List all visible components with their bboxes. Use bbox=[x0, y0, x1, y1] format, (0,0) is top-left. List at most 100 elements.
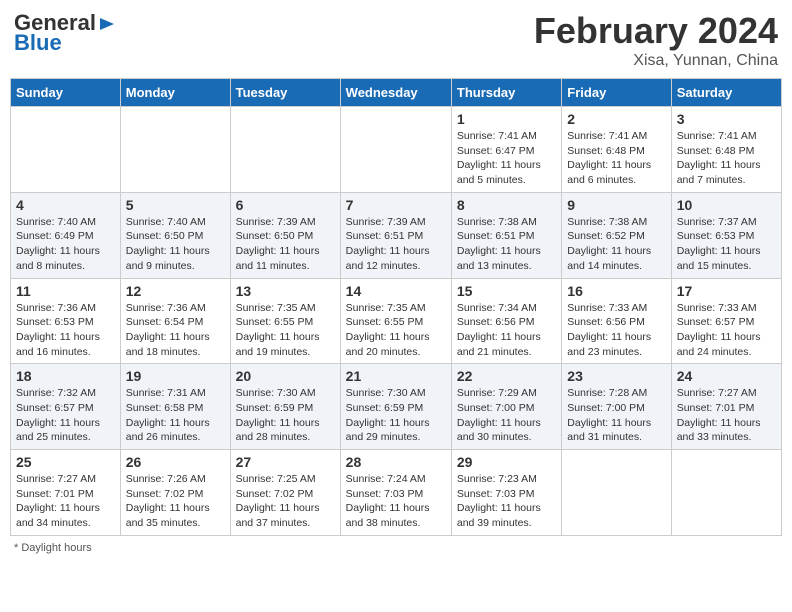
logo-line2: Blue bbox=[14, 30, 62, 56]
calendar-cell: 18 Sunrise: 7:32 AM Sunset: 6:57 PM Dayli… bbox=[11, 364, 121, 450]
calendar-week-row: 1Sunrise: 7:41 AM Sunset: 6:47 PM Daylig… bbox=[11, 107, 782, 193]
footer-note: * Daylight hours bbox=[10, 542, 782, 554]
day-number: 14 bbox=[346, 283, 446, 299]
calendar-cell: 1Sunrise: 7:41 AM Sunset: 6:47 PM Daylig… bbox=[451, 107, 561, 193]
calendar-cell: 17 Sunrise: 7:33 AM Sunset: 6:57 PM Dayli… bbox=[671, 278, 781, 364]
day-number: 18 bbox=[16, 368, 115, 384]
day-number: 24 bbox=[677, 368, 776, 384]
calendar-cell: 7 Sunrise: 7:39 AM Sunset: 6:51 PM Daylig… bbox=[340, 192, 451, 278]
calendar-cell: 14 Sunrise: 7:35 AM Sunset: 6:55 PM Dayli… bbox=[340, 278, 451, 364]
calendar-cell: 15 Sunrise: 7:34 AM Sunset: 6:56 PM Dayli… bbox=[451, 278, 561, 364]
day-info: Sunrise: 7:27 AM Sunset: 7:01 PM Dayligh… bbox=[677, 386, 776, 445]
day-number: 10 bbox=[677, 197, 776, 213]
month-title: February 2024 bbox=[534, 10, 778, 52]
day-number: 22 bbox=[457, 368, 556, 384]
weekday-header: Tuesday bbox=[230, 79, 340, 107]
calendar-week-row: 11 Sunrise: 7:36 AM Sunset: 6:53 PM Dayli… bbox=[11, 278, 782, 364]
day-number: 16 bbox=[567, 283, 665, 299]
day-number: 7 bbox=[346, 197, 446, 213]
weekday-header: Monday bbox=[120, 79, 230, 107]
day-info: Sunrise: 7:34 AM Sunset: 6:56 PM Dayligh… bbox=[457, 301, 556, 360]
calendar-cell: 11 Sunrise: 7:36 AM Sunset: 6:53 PM Dayli… bbox=[11, 278, 121, 364]
weekday-header: Saturday bbox=[671, 79, 781, 107]
calendar-cell: 5 Sunrise: 7:40 AM Sunset: 6:50 PM Daylig… bbox=[120, 192, 230, 278]
calendar-cell: 21Sunrise: 7:30 AM Sunset: 6:59 PM Dayli… bbox=[340, 364, 451, 450]
day-info: Sunrise: 7:39 AM Sunset: 6:50 PM Dayligh… bbox=[236, 215, 335, 274]
calendar-cell: 13 Sunrise: 7:35 AM Sunset: 6:55 PM Dayli… bbox=[230, 278, 340, 364]
weekday-header: Friday bbox=[562, 79, 671, 107]
day-number: 5 bbox=[126, 197, 225, 213]
weekday-header: Sunday bbox=[11, 79, 121, 107]
calendar-cell bbox=[562, 450, 671, 536]
day-info: Sunrise: 7:38 AM Sunset: 6:52 PM Dayligh… bbox=[567, 215, 665, 274]
day-info: Sunrise: 7:28 AM Sunset: 7:00 PM Dayligh… bbox=[567, 386, 665, 445]
day-number: 13 bbox=[236, 283, 335, 299]
day-info: Sunrise: 7:33 AM Sunset: 6:56 PM Dayligh… bbox=[567, 301, 665, 360]
day-number: 28 bbox=[346, 454, 446, 470]
day-info: Sunrise: 7:25 AM Sunset: 7:02 PM Dayligh… bbox=[236, 472, 335, 531]
calendar-cell bbox=[120, 107, 230, 193]
day-info: Sunrise: 7:24 AM Sunset: 7:03 PM Dayligh… bbox=[346, 472, 446, 531]
calendar-cell: 22 Sunrise: 7:29 AM Sunset: 7:00 PM Dayli… bbox=[451, 364, 561, 450]
calendar-cell bbox=[671, 450, 781, 536]
calendar-table: SundayMondayTuesdayWednesdayThursdayFrid… bbox=[10, 78, 782, 536]
calendar-week-row: 18 Sunrise: 7:32 AM Sunset: 6:57 PM Dayli… bbox=[11, 364, 782, 450]
day-info: Sunrise: 7:40 AM Sunset: 6:49 PM Dayligh… bbox=[16, 215, 115, 274]
calendar-cell: 23Sunrise: 7:28 AM Sunset: 7:00 PM Dayli… bbox=[562, 364, 671, 450]
day-number: 11 bbox=[16, 283, 115, 299]
logo: General Blue bbox=[14, 10, 116, 56]
day-number: 8 bbox=[457, 197, 556, 213]
day-info: Sunrise: 7:35 AM Sunset: 6:55 PM Dayligh… bbox=[346, 301, 446, 360]
calendar-week-row: 25Sunrise: 7:27 AM Sunset: 7:01 PM Dayli… bbox=[11, 450, 782, 536]
calendar-cell: 24 Sunrise: 7:27 AM Sunset: 7:01 PM Dayli… bbox=[671, 364, 781, 450]
day-info: Sunrise: 7:26 AM Sunset: 7:02 PM Dayligh… bbox=[126, 472, 225, 531]
title-block: February 2024 Xisa, Yunnan, China bbox=[534, 10, 778, 70]
calendar-week-row: 4 Sunrise: 7:40 AM Sunset: 6:49 PM Daylig… bbox=[11, 192, 782, 278]
location-subtitle: Xisa, Yunnan, China bbox=[534, 52, 778, 70]
calendar-cell: 6 Sunrise: 7:39 AM Sunset: 6:50 PM Daylig… bbox=[230, 192, 340, 278]
day-info: Sunrise: 7:41 AM Sunset: 6:47 PM Dayligh… bbox=[457, 129, 556, 188]
day-number: 27 bbox=[236, 454, 335, 470]
calendar-cell: 8 Sunrise: 7:38 AM Sunset: 6:51 PM Daylig… bbox=[451, 192, 561, 278]
day-number: 15 bbox=[457, 283, 556, 299]
day-number: 19 bbox=[126, 368, 225, 384]
day-info: Sunrise: 7:38 AM Sunset: 6:51 PM Dayligh… bbox=[457, 215, 556, 274]
logo-arrow-icon bbox=[98, 15, 116, 33]
calendar-cell: 10Sunrise: 7:37 AM Sunset: 6:53 PM Dayli… bbox=[671, 192, 781, 278]
day-info: Sunrise: 7:41 AM Sunset: 6:48 PM Dayligh… bbox=[567, 129, 665, 188]
page-header: General Blue February 2024 Xisa, Yunnan,… bbox=[10, 10, 782, 70]
day-info: Sunrise: 7:40 AM Sunset: 6:50 PM Dayligh… bbox=[126, 215, 225, 274]
day-info: Sunrise: 7:36 AM Sunset: 6:53 PM Dayligh… bbox=[16, 301, 115, 360]
day-info: Sunrise: 7:31 AM Sunset: 6:58 PM Dayligh… bbox=[126, 386, 225, 445]
weekday-header: Thursday bbox=[451, 79, 561, 107]
day-info: Sunrise: 7:33 AM Sunset: 6:57 PM Dayligh… bbox=[677, 301, 776, 360]
day-number: 29 bbox=[457, 454, 556, 470]
day-number: 3 bbox=[677, 111, 776, 127]
day-number: 4 bbox=[16, 197, 115, 213]
calendar-cell: 16 Sunrise: 7:33 AM Sunset: 6:56 PM Dayli… bbox=[562, 278, 671, 364]
day-info: Sunrise: 7:41 AM Sunset: 6:48 PM Dayligh… bbox=[677, 129, 776, 188]
calendar-cell: 3 Sunrise: 7:41 AM Sunset: 6:48 PM Daylig… bbox=[671, 107, 781, 193]
day-info: Sunrise: 7:29 AM Sunset: 7:00 PM Dayligh… bbox=[457, 386, 556, 445]
day-info: Sunrise: 7:35 AM Sunset: 6:55 PM Dayligh… bbox=[236, 301, 335, 360]
calendar-cell: 2Sunrise: 7:41 AM Sunset: 6:48 PM Daylig… bbox=[562, 107, 671, 193]
day-number: 21 bbox=[346, 368, 446, 384]
calendar-cell: 4 Sunrise: 7:40 AM Sunset: 6:49 PM Daylig… bbox=[11, 192, 121, 278]
calendar-cell: 20Sunrise: 7:30 AM Sunset: 6:59 PM Dayli… bbox=[230, 364, 340, 450]
day-number: 26 bbox=[126, 454, 225, 470]
day-info: Sunrise: 7:32 AM Sunset: 6:57 PM Dayligh… bbox=[16, 386, 115, 445]
weekday-header: Wednesday bbox=[340, 79, 451, 107]
day-number: 6 bbox=[236, 197, 335, 213]
day-info: Sunrise: 7:30 AM Sunset: 6:59 PM Dayligh… bbox=[236, 386, 335, 445]
day-number: 25 bbox=[16, 454, 115, 470]
calendar-cell bbox=[230, 107, 340, 193]
calendar-body: 1Sunrise: 7:41 AM Sunset: 6:47 PM Daylig… bbox=[11, 107, 782, 536]
day-info: Sunrise: 7:39 AM Sunset: 6:51 PM Dayligh… bbox=[346, 215, 446, 274]
day-number: 17 bbox=[677, 283, 776, 299]
day-number: 12 bbox=[126, 283, 225, 299]
calendar-cell: 25Sunrise: 7:27 AM Sunset: 7:01 PM Dayli… bbox=[11, 450, 121, 536]
day-number: 9 bbox=[567, 197, 665, 213]
calendar-cell: 28 Sunrise: 7:24 AM Sunset: 7:03 PM Dayli… bbox=[340, 450, 451, 536]
calendar-cell bbox=[11, 107, 121, 193]
calendar-cell: 26 Sunrise: 7:26 AM Sunset: 7:02 PM Dayli… bbox=[120, 450, 230, 536]
